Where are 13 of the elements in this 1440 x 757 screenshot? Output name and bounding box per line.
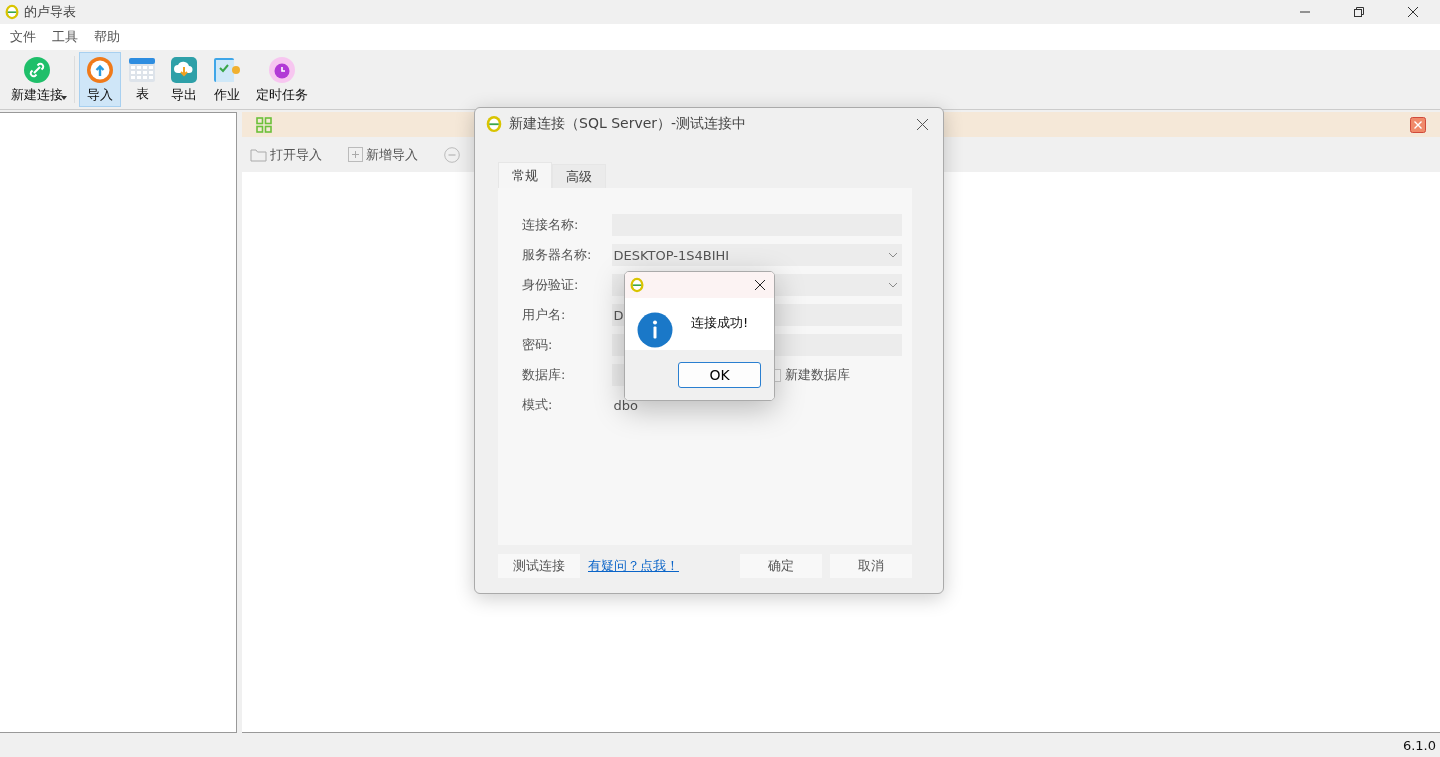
- field-label: 身份验证:: [522, 276, 580, 294]
- field-label: 模式:: [522, 396, 554, 414]
- window-title: 的卢导表: [24, 3, 76, 21]
- field-label: 连接名称:: [522, 216, 580, 234]
- field-label: 服务器名称:: [522, 246, 593, 264]
- version-text: 6.1.0: [1402, 737, 1436, 753]
- field-label: 数据库:: [522, 366, 567, 384]
- field-label: 密码:: [522, 336, 554, 354]
- checkbox-label: 新建数据库: [785, 366, 850, 384]
- dialog-title: 新建连接（SQL Server）-测试连接中: [509, 115, 747, 133]
- message-text: 连接成功!: [691, 314, 749, 332]
- field-value: dbo: [612, 396, 639, 415]
- field-label: 用户名:: [522, 306, 567, 324]
